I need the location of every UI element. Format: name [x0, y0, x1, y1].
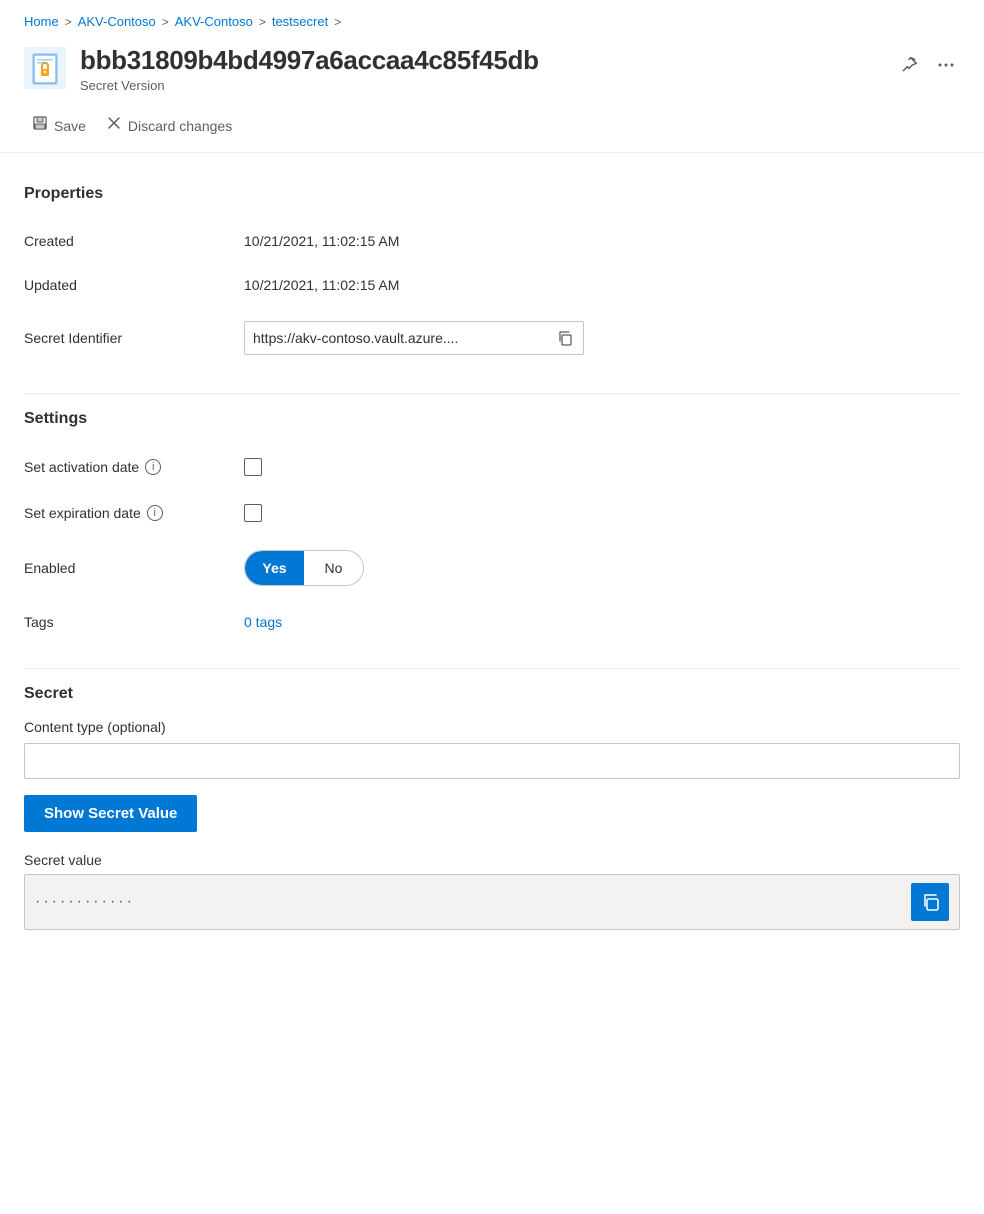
copy-secret-id-button[interactable] — [555, 328, 575, 348]
properties-grid: Created 10/21/2021, 11:02:15 AM Updated … — [24, 219, 960, 369]
secret-id-container: https://akv-contoso.vault.azure.... — [244, 307, 960, 369]
expiration-checkbox[interactable] — [244, 504, 262, 522]
created-label: Created — [24, 219, 244, 263]
expiration-value — [244, 490, 960, 536]
section-divider-1 — [24, 393, 960, 394]
show-secret-button[interactable]: Show Secret Value — [24, 795, 197, 832]
save-button[interactable]: Save — [24, 109, 98, 142]
secret-id-label: Secret Identifier — [24, 307, 244, 369]
discard-icon — [106, 115, 122, 136]
copy-icon — [557, 330, 573, 346]
secret-id-box: https://akv-contoso.vault.azure.... — [244, 321, 584, 355]
toggle-yes-button[interactable]: Yes — [245, 551, 304, 585]
created-value: 10/21/2021, 11:02:15 AM — [244, 219, 960, 263]
expiration-label: Set expiration date i — [24, 490, 244, 536]
header-title-block: bbb31809b4bd4997a6accaa4c85f45db Secret … — [80, 45, 882, 93]
activation-checkbox[interactable] — [244, 458, 262, 476]
pin-button[interactable] — [896, 52, 922, 78]
secret-value-label: Secret value — [24, 852, 960, 868]
expiration-info-icon: i — [147, 505, 163, 521]
activation-info-icon: i — [145, 459, 161, 475]
updated-label: Updated — [24, 263, 244, 307]
properties-heading: Properties — [24, 185, 960, 203]
secret-heading: Secret — [24, 685, 960, 703]
secret-value-box: ············ — [24, 874, 960, 930]
page-header: bbb31809b4bd4997a6accaa4c85f45db Secret … — [0, 39, 984, 101]
activation-checkbox-wrapper — [244, 458, 262, 476]
toolbar: Save Discard changes — [0, 101, 984, 153]
settings-grid: Set activation date i Set expiration dat… — [24, 444, 960, 644]
header-actions — [896, 51, 960, 79]
content-area: Properties Created 10/21/2021, 11:02:15 … — [0, 153, 984, 962]
tags-link[interactable]: 0 tags — [244, 614, 282, 630]
toggle-no-button[interactable]: No — [304, 551, 363, 585]
breadcrumb-akv2[interactable]: AKV-Contoso — [175, 14, 253, 29]
keyvault-icon — [24, 47, 66, 89]
expiration-checkbox-wrapper — [244, 504, 262, 522]
save-icon — [32, 115, 48, 136]
tags-label: Tags — [24, 600, 244, 644]
enabled-toggle: Yes No — [244, 550, 364, 586]
enabled-label: Enabled — [24, 536, 244, 600]
copy-secret-value-button[interactable] — [911, 883, 949, 921]
activation-value — [244, 444, 960, 490]
breadcrumb-sep-1: > — [65, 15, 72, 29]
section-divider-2 — [24, 668, 960, 669]
save-label: Save — [54, 118, 86, 134]
discard-label: Discard changes — [128, 118, 232, 134]
breadcrumb-home[interactable]: Home — [24, 14, 59, 29]
breadcrumb-sep-2: > — [162, 15, 169, 29]
page-subtitle: Secret Version — [80, 78, 882, 93]
breadcrumb-sep-4: > — [334, 15, 341, 29]
enabled-value: Yes No — [244, 536, 960, 600]
breadcrumb-sep-3: > — [259, 15, 266, 29]
activation-label: Set activation date i — [24, 444, 244, 490]
secret-dots: ············ — [35, 893, 903, 911]
breadcrumb-testsecret[interactable]: testsecret — [272, 14, 328, 29]
settings-heading: Settings — [24, 410, 960, 428]
copy-pages-icon — [920, 892, 940, 912]
content-type-input[interactable] — [24, 743, 960, 779]
breadcrumb: Home > AKV-Contoso > AKV-Contoso > tests… — [0, 0, 984, 39]
secret-id-value: https://akv-contoso.vault.azure.... — [253, 330, 547, 346]
content-type-label: Content type (optional) — [24, 719, 960, 735]
page-title: bbb31809b4bd4997a6accaa4c85f45db — [80, 45, 882, 76]
breadcrumb-akv1[interactable]: AKV-Contoso — [78, 14, 156, 29]
tags-value: 0 tags — [244, 600, 960, 644]
discard-button[interactable]: Discard changes — [98, 109, 244, 142]
more-button[interactable] — [932, 51, 960, 79]
updated-value: 10/21/2021, 11:02:15 AM — [244, 263, 960, 307]
